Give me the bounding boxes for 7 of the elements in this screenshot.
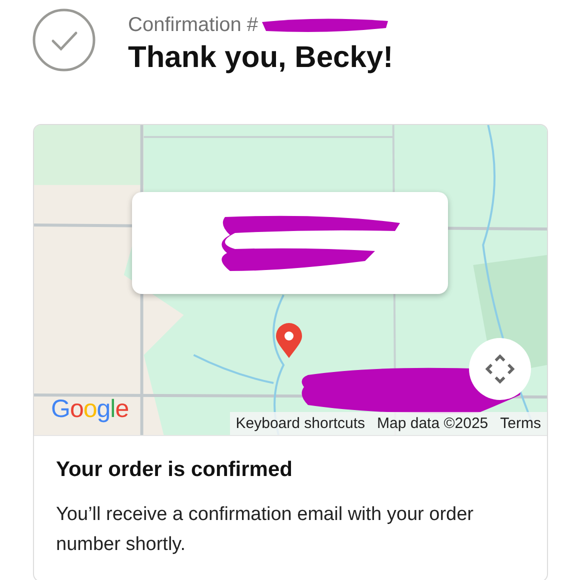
attribution-link[interactable]: Terms (494, 412, 547, 435)
attribution-link[interactable]: Map data ©2025 (371, 412, 494, 435)
page-title: Thank you, Becky! (128, 41, 394, 75)
confirmation-label: Confirmation # (128, 14, 258, 37)
section-heading: Your order is confirmed (56, 458, 294, 482)
attribution-link[interactable]: Keyboard shortcuts (230, 412, 372, 435)
confirmation-message: You’ll receive a confirmation email with your order number shortly. (56, 503, 474, 558)
